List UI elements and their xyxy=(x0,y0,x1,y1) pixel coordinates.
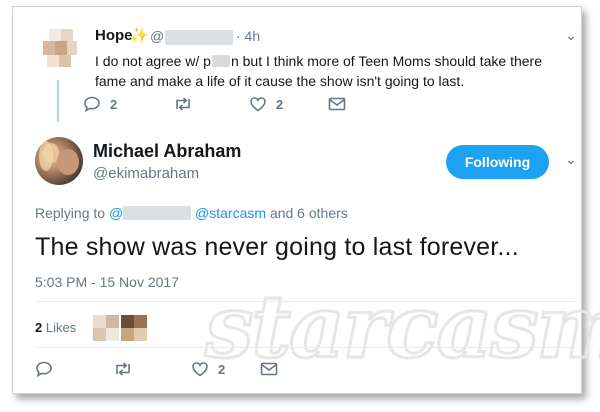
like-action[interactable]: 2 xyxy=(191,361,225,377)
replying-suffix[interactable]: and 6 others xyxy=(270,205,348,221)
dm-action[interactable] xyxy=(328,97,346,111)
mention-starcasm[interactable]: @starcasm xyxy=(195,205,266,221)
reply-text-part-1: I do not agree w/ p xyxy=(95,53,211,69)
liker-avatar[interactable] xyxy=(121,315,147,341)
retweet-action[interactable] xyxy=(113,361,133,377)
chevron-down-icon[interactable]: ⌄ xyxy=(565,151,577,168)
comment-icon xyxy=(84,96,100,112)
redacted-word xyxy=(211,55,230,67)
reply-action[interactable] xyxy=(35,361,53,377)
like-count: 2 xyxy=(276,96,284,112)
likes-label: Likes xyxy=(45,320,77,335)
like-count: 2 xyxy=(218,361,226,377)
likes-count: 2 xyxy=(35,320,43,335)
comment-icon xyxy=(36,361,52,377)
redacted-handle xyxy=(165,30,233,45)
retweet-icon xyxy=(116,362,130,376)
author-handle[interactable]: @ekimabraham xyxy=(93,165,199,182)
avatar[interactable] xyxy=(35,137,83,185)
reply-author-handle[interactable]: @ xyxy=(150,28,164,44)
envelope-icon xyxy=(328,97,346,111)
reply-count: 2 xyxy=(110,96,118,112)
retweet-action[interactable] xyxy=(173,96,193,112)
retweet-icon xyxy=(176,97,190,111)
divider xyxy=(35,347,575,348)
tweet-text: The show was never going to last forever… xyxy=(35,233,519,261)
heart-icon xyxy=(250,97,266,112)
replying-to: Replying to @ @starcasm and 6 others xyxy=(35,205,348,221)
like-action[interactable]: 2 xyxy=(249,96,283,112)
following-button[interactable]: Following xyxy=(446,145,549,179)
thread-line xyxy=(57,80,59,122)
dm-action[interactable] xyxy=(260,362,278,376)
tweet-card: Hope ✨ @ · 4h ⌄ I do not agree w/ pn but… xyxy=(12,6,600,394)
envelope-icon xyxy=(260,362,278,376)
blurred-avatar[interactable] xyxy=(39,29,81,81)
divider xyxy=(35,301,575,302)
chevron-down-icon[interactable]: ⌄ xyxy=(565,27,577,44)
author-name[interactable]: Michael Abraham xyxy=(93,141,241,162)
heart-icon xyxy=(192,362,208,377)
redacted-mention[interactable]: @ xyxy=(109,205,123,221)
replying-prefix: Replying to xyxy=(35,205,106,221)
likes-summary[interactable]: 2 Likes xyxy=(35,320,76,335)
reply-time[interactable]: · 4h xyxy=(236,28,260,44)
liker-avatar[interactable] xyxy=(93,315,119,341)
reply-text: I do not agree w/ pn but I think more of… xyxy=(95,51,573,91)
sparkle-icon: ✨ xyxy=(130,27,149,44)
timestamp[interactable]: 5:03 PM - 15 Nov 2017 xyxy=(35,274,179,290)
redacted-handle xyxy=(123,206,192,220)
reply-action[interactable]: 2 xyxy=(83,96,117,112)
reply-author-name[interactable]: Hope xyxy=(95,27,133,44)
